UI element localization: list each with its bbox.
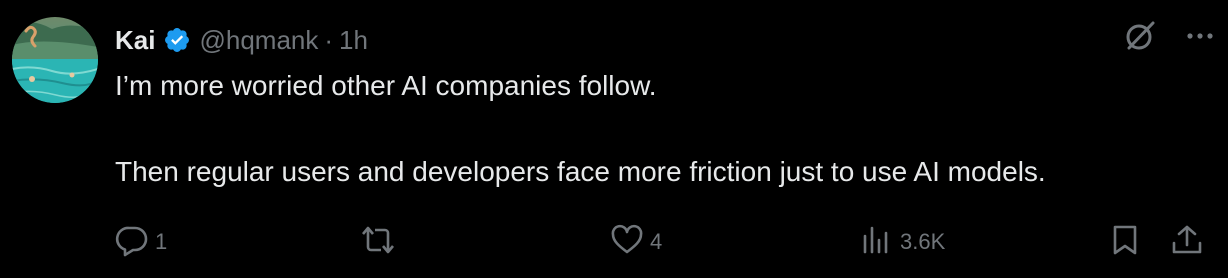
- views-button[interactable]: 3.6K: [860, 222, 945, 262]
- bookmark-icon: [1110, 223, 1140, 262]
- reply-icon: [115, 223, 149, 262]
- separator-dot: ·: [324, 24, 334, 55]
- share-button[interactable]: [1170, 222, 1204, 262]
- action-bar: 1 4 3.6K: [115, 222, 1210, 262]
- top-actions: [1122, 18, 1214, 54]
- timestamp[interactable]: 1h: [339, 25, 368, 56]
- avatar-image: [12, 17, 98, 103]
- like-button[interactable]: 4: [610, 222, 662, 262]
- like-icon: [610, 223, 644, 262]
- views-icon: [860, 223, 894, 262]
- repost-button[interactable]: [360, 222, 402, 262]
- avatar[interactable]: [12, 17, 98, 103]
- tweet-header: Kai @hqmank · 1h: [115, 22, 368, 58]
- author-display-name[interactable]: Kai: [115, 25, 155, 56]
- verified-badge-icon: [163, 26, 191, 54]
- reply-button[interactable]: 1: [115, 222, 167, 262]
- tweet-text-line-1: I’m more worried other AI companies foll…: [115, 70, 657, 101]
- more-icon[interactable]: [1186, 31, 1214, 41]
- views-count: 3.6K: [900, 229, 946, 254]
- share-icon: [1170, 223, 1204, 262]
- author-handle[interactable]: @hqmank: [199, 25, 318, 56]
- tweet-text-line-2: Then regular users and developers face m…: [115, 156, 1046, 187]
- reply-count: 1: [155, 229, 168, 254]
- grok-icon[interactable]: [1122, 18, 1158, 54]
- like-count: 4: [650, 229, 663, 254]
- repost-icon: [360, 223, 396, 262]
- bookmark-button[interactable]: [1110, 222, 1140, 262]
- tweet-text: I’m more worried other AI companies foll…: [115, 68, 1205, 190]
